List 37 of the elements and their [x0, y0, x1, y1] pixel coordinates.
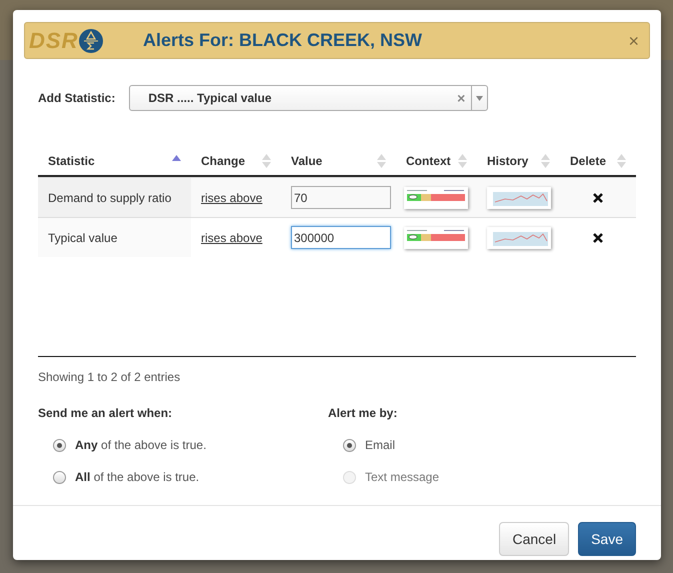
history-chart-thumbnail[interactable]: [487, 226, 551, 248]
change-link[interactable]: rises above: [201, 230, 262, 244]
column-header[interactable]: Change: [201, 152, 246, 170]
column-header[interactable]: Value: [291, 152, 322, 170]
alert-by-label: Alert me by:: [328, 405, 398, 422]
column-header[interactable]: History: [487, 152, 528, 170]
modal-title: Alerts For: BLACK CREEK, NSW: [143, 29, 422, 52]
alert-when-label: Send me an alert when:: [38, 405, 174, 422]
cancel-button[interactable]: Cancel: [499, 522, 570, 556]
radio-button[interactable]: [343, 438, 356, 452]
select-value: DSR ..... Typical value: [147, 90, 272, 107]
delete-icon[interactable]: [593, 192, 603, 202]
table-cell-text: Typical value: [48, 230, 118, 246]
add-statistic-label: Add Statistic:: [38, 90, 116, 107]
context-chart-thumbnail[interactable]: [404, 186, 468, 208]
delete-icon[interactable]: [593, 232, 603, 242]
table-cell-text: Demand to supply ratio: [48, 190, 172, 206]
radio-button[interactable]: [53, 438, 66, 452]
column-header[interactable]: Statistic: [48, 152, 95, 170]
history-chart-thumbnail[interactable]: [487, 186, 551, 208]
statistic-select[interactable]: DSR ..... Typical value ×: [129, 85, 488, 111]
logo-text: DSR: [29, 27, 78, 55]
radio-button[interactable]: [53, 470, 66, 484]
radio-label: Email: [365, 437, 396, 454]
change-link[interactable]: rises above: [201, 190, 262, 204]
radio-label: All of the above is true.: [75, 469, 200, 486]
value-input[interactable]: 300000: [291, 226, 391, 249]
save-button[interactable]: Save: [578, 522, 636, 556]
context-chart-thumbnail[interactable]: [404, 226, 468, 248]
radio-label: Text message: [365, 469, 440, 486]
delta-sigma-icon: [79, 28, 104, 52]
caret-icon[interactable]: [476, 96, 484, 100]
value-input[interactable]: 70: [291, 186, 391, 209]
entries-info: Showing 1 to 2 of 2 entries: [38, 369, 182, 386]
column-header[interactable]: Context: [406, 152, 451, 170]
column-header[interactable]: Delete: [570, 152, 606, 170]
radio-label: Any of the above is true.: [75, 437, 206, 454]
